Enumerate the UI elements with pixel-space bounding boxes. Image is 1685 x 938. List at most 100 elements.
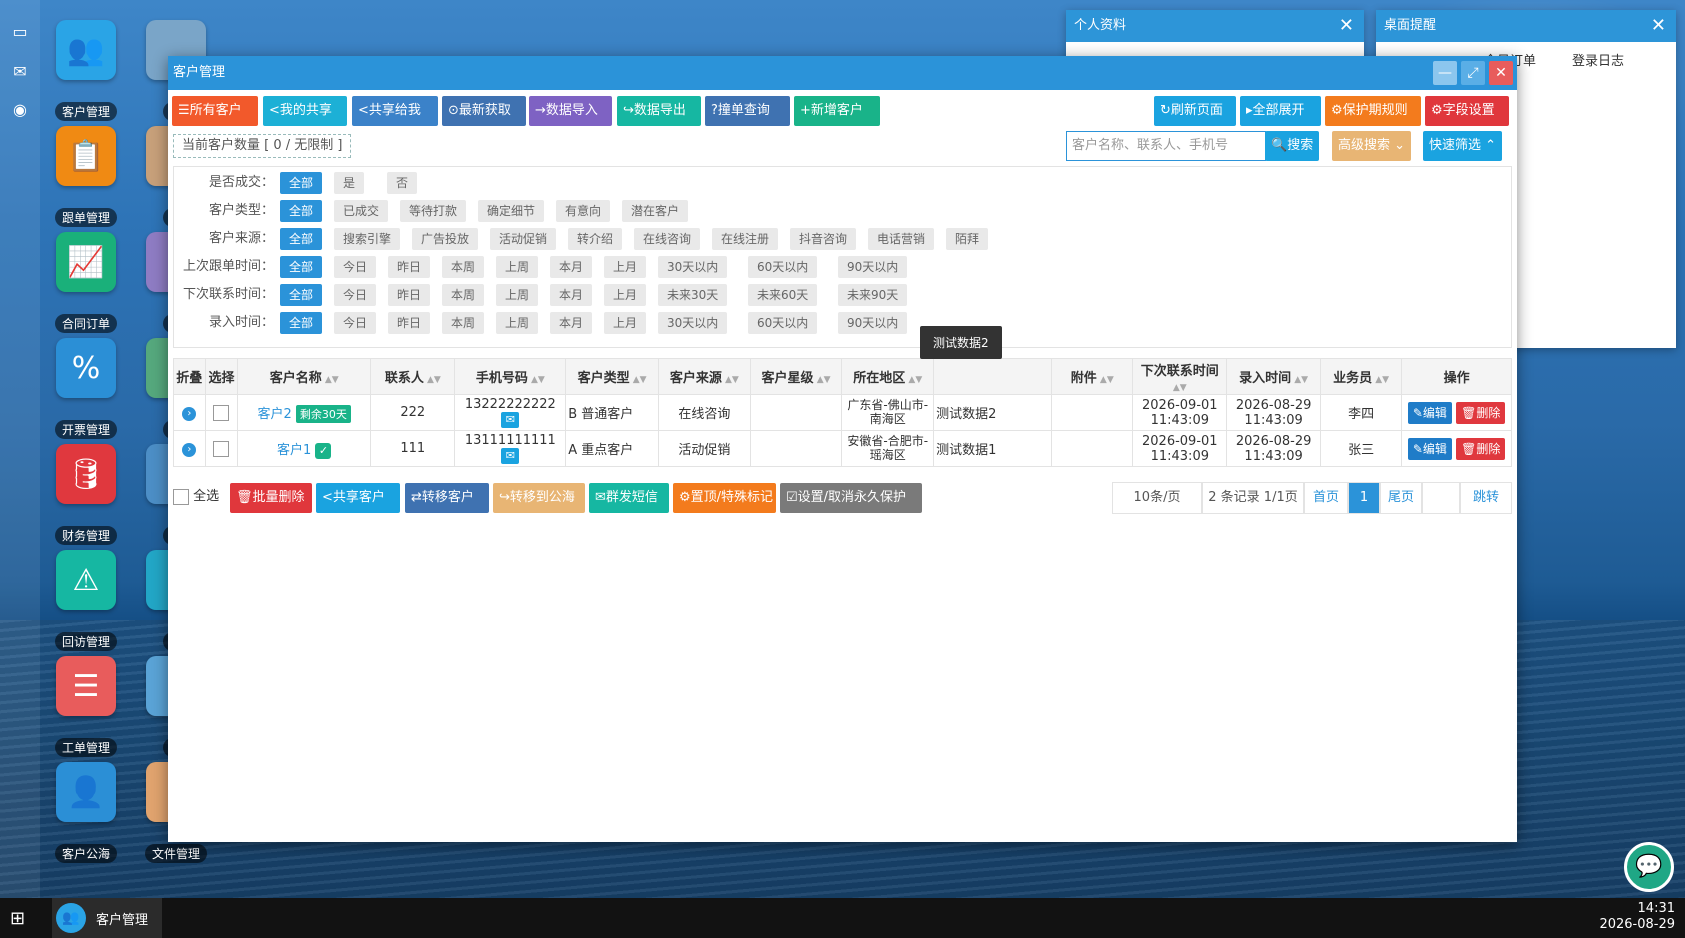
filter-option[interactable]: 全部 [280,312,323,334]
filter-option[interactable]: 未来30天 [658,284,728,306]
select-all[interactable]: 全选 [173,485,219,509]
filter-option[interactable]: 本周 [442,256,485,278]
toolbar-button-2[interactable]: <共享给我 [352,96,438,126]
filter-option[interactable]: 上月 [604,312,647,334]
minimize-button[interactable]: — [1433,61,1457,85]
toolbar-button-3[interactable]: ⊙最新获取 [442,96,526,126]
bulk-action-button-3[interactable]: ↪转移到公海 [493,483,585,513]
column-header[interactable]: 折叠 [173,358,206,395]
filter-option[interactable]: 本周 [442,312,485,334]
edit-button[interactable]: ✎编辑 [1407,437,1452,460]
filter-option[interactable]: 60天以内 [748,312,818,334]
sort-icon[interactable]: ▲▼ [905,375,922,385]
toolbar-right-button-3[interactable]: ⚙字段设置 [1425,96,1509,126]
monitor-icon[interactable]: ▭ [10,22,30,42]
current-page-button[interactable]: 1 [1348,482,1380,514]
toolbar-button-1[interactable]: <我的共享 [263,96,347,126]
column-header[interactable]: 操作 [1401,358,1512,395]
sort-icon[interactable]: ▲▼ [424,375,441,385]
column-header[interactable]: 录入时间 ▲▼ [1226,358,1322,395]
filter-option[interactable]: 否 [387,172,418,194]
filter-option[interactable]: 上周 [496,256,539,278]
filter-option[interactable]: 昨日 [388,256,431,278]
bulk-action-button-4[interactable]: ✉群发短信 [589,483,669,513]
per-page-select[interactable]: 10条/页 [1112,482,1202,514]
sort-icon[interactable]: ▲▼ [1173,383,1187,393]
sort-icon[interactable]: ▲▼ [528,375,545,385]
row-checkbox[interactable] [213,404,230,421]
filter-option[interactable]: 60天以内 [748,256,818,278]
filter-option[interactable]: 30天以内 [658,312,728,334]
desktop-icon[interactable]: 👤 客户公海 [41,762,131,863]
jump-button[interactable]: 跳转 [1460,482,1512,514]
filter-option[interactable]: 未来60天 [748,284,818,306]
filter-option[interactable]: 30天以内 [658,256,728,278]
column-header[interactable]: 联系人 ▲▼ [370,358,456,395]
quick-filter-button[interactable]: 快速筛选 ⌃ [1423,131,1503,161]
filter-option[interactable]: 今日 [334,284,377,306]
sort-icon[interactable]: ▲▼ [722,375,739,385]
filter-option[interactable]: 昨日 [388,312,431,334]
toolbar-button-0[interactable]: ☰所有客户 [172,96,258,126]
bulk-action-button-1[interactable]: <共享客户 [316,483,400,513]
sort-icon[interactable]: ▲▼ [814,375,831,385]
desktop-icon[interactable]: ☰ 工单管理 [41,656,131,757]
last-page-button[interactable]: 尾页 [1380,482,1422,514]
column-header[interactable]: 业务员 ▲▼ [1320,358,1403,395]
toolbar-right-button-2[interactable]: ⚙保护期规则 [1325,96,1421,126]
filter-option[interactable]: 在线咨询 [634,228,701,250]
column-header[interactable]: 客户类型 ▲▼ [565,358,659,395]
filter-option[interactable]: 全部 [280,172,323,194]
sort-icon[interactable]: ▲▼ [1372,375,1389,385]
filter-option[interactable]: 潜在客户 [622,200,689,222]
column-header[interactable]: 下次联系时间 ▲▼ [1132,358,1228,395]
column-header[interactable]: 所在地区 ▲▼ [841,358,935,395]
page-number-input[interactable] [1422,482,1460,514]
filter-option[interactable]: 全部 [280,284,323,306]
customer-name-link[interactable]: 客户2 [258,407,292,422]
filter-option[interactable]: 本月 [550,284,593,306]
toolbar-button-7[interactable]: +新增客户 [794,96,880,126]
bulk-action-button-6[interactable]: ☑设置/取消永久保护 [780,483,922,513]
filter-option[interactable]: 电话营销 [868,228,935,250]
user-icon[interactable]: ◉ [10,100,30,120]
filter-option[interactable]: 90天以内 [838,256,908,278]
search-input[interactable]: 客户名称、联系人、手机号 [1066,131,1266,161]
filter-option[interactable]: 广告投放 [412,228,479,250]
close-icon[interactable]: ✕ [1651,10,1666,42]
sort-icon[interactable]: ▲▼ [630,375,647,385]
mail-icon[interactable]: ✉ [10,62,30,82]
first-page-button[interactable]: 首页 [1304,482,1348,514]
filter-option[interactable]: 全部 [280,228,323,250]
filter-option[interactable]: 在线注册 [712,228,779,250]
filter-option[interactable]: 上月 [604,256,647,278]
toolbar-right-button-0[interactable]: ↻刷新页面 [1154,96,1236,126]
filter-option[interactable]: 活动促销 [490,228,557,250]
filter-option[interactable]: 未来90天 [838,284,908,306]
column-header[interactable]: 客户来源 ▲▼ [657,358,751,395]
taskbar-app[interactable]: 👥 客户管理 [52,898,162,938]
column-header[interactable]: 手机号码 ▲▼ [454,358,567,395]
filter-option[interactable]: 90天以内 [838,312,908,334]
filter-option[interactable]: 全部 [280,256,323,278]
close-button[interactable]: ✕ [1489,61,1513,85]
filter-option[interactable]: 抖音咨询 [790,228,857,250]
sort-icon[interactable]: ▲▼ [1097,375,1114,385]
filter-option[interactable]: 等待打款 [400,200,467,222]
toolbar-button-4[interactable]: →数据导入 [529,96,612,126]
filter-option[interactable]: 本月 [550,312,593,334]
filter-option[interactable]: 确定细节 [478,200,545,222]
filter-option[interactable]: 今日 [334,312,377,334]
filter-option[interactable]: 已成交 [334,200,389,222]
customer-name-link[interactable]: 客户1 [277,443,311,458]
desktop-icon[interactable]: 👥 客户管理 [41,20,131,121]
filter-option[interactable]: 搜索引擎 [334,228,401,250]
toolbar-right-button-1[interactable]: ▸全部展开 [1240,96,1321,126]
filter-option[interactable]: 今日 [334,256,377,278]
desktop-icon[interactable]: 🛢 财务管理 [41,444,131,545]
page-summary[interactable]: 2 条记录 1/1页 [1202,482,1304,514]
column-header[interactable] [933,358,1053,395]
sort-icon[interactable]: ▲▼ [322,375,339,385]
bulk-action-button-5[interactable]: ⚙置顶/特殊标记 [673,483,776,513]
column-header[interactable]: 客户星级 ▲▼ [749,358,843,395]
